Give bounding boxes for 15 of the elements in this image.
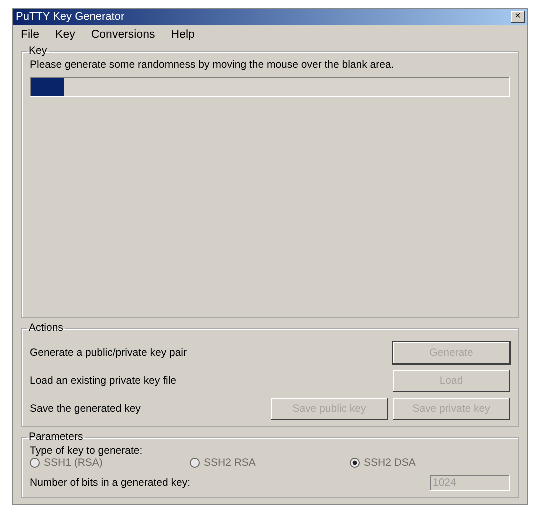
action-label: Generate a public/private key pair xyxy=(30,347,188,359)
close-button[interactable]: × xyxy=(511,11,525,23)
action-label: Save the generated key xyxy=(30,403,141,415)
menu-item[interactable]: Key xyxy=(56,29,76,41)
menu-item[interactable]: Conversions xyxy=(91,29,156,41)
group-title: Key xyxy=(28,45,48,57)
bits-label: Number of bits in a generated key: xyxy=(30,477,191,489)
menu-item[interactable]: Help xyxy=(171,29,195,41)
key-type-label: Type of key to generate: xyxy=(30,445,144,457)
group-title: Actions xyxy=(28,322,64,334)
instruction-text: Please generate some randomness by moving the mouse over the blank area. xyxy=(30,59,396,71)
window-title: PuTTY Key Generator xyxy=(16,11,125,23)
action-label: Load an existing private key file xyxy=(30,375,177,387)
group-title: Parameters xyxy=(28,431,84,443)
menu-item[interactable]: File xyxy=(21,29,40,41)
